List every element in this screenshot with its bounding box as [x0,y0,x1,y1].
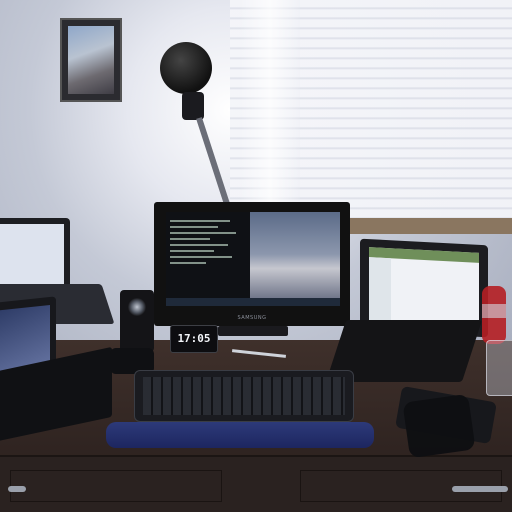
taskbar [166,298,340,306]
bottle-label [482,304,506,318]
terminal-line [170,244,228,246]
mouse [402,393,476,459]
desk-lamp-neck [182,92,204,120]
terminal-window [166,212,250,298]
wireless-keyboard [134,370,354,422]
left-laptop [0,218,70,292]
terminal-line [170,226,218,228]
digital-clock: 17:05 [170,325,218,353]
monitor-screen [166,212,340,306]
left-laptop-screen [0,224,64,284]
speaker-cone [128,298,146,316]
desk-lamp-head [160,42,212,94]
photo-frame [60,18,122,102]
right-laptop-screen [369,247,479,329]
keyboard-keys [143,377,345,415]
web-sidebar [369,257,391,325]
speaker [120,290,154,352]
curtain [240,0,300,230]
monitor-stand [218,326,288,336]
desk-setup-scene: SAMSUNG 17:05 [0,0,512,512]
framed-photo [68,26,114,94]
drinking-glass [486,340,512,396]
terminal-line [170,232,236,234]
drawer-handle-right [452,486,508,492]
terminal-line [170,262,206,264]
terminal-line [170,220,230,222]
soda-bottle [482,286,506,344]
monitor-brand: SAMSUNG [237,315,267,321]
drawer-handle-left [8,486,26,492]
terminal-line [170,256,232,258]
terminal-line [170,238,210,240]
terminal-line [170,250,214,252]
clock-time: 17:05 [177,332,211,345]
desk-drawer-left [10,470,222,502]
desktop-monitor: SAMSUNG [154,202,350,326]
wrist-rest [106,422,374,448]
